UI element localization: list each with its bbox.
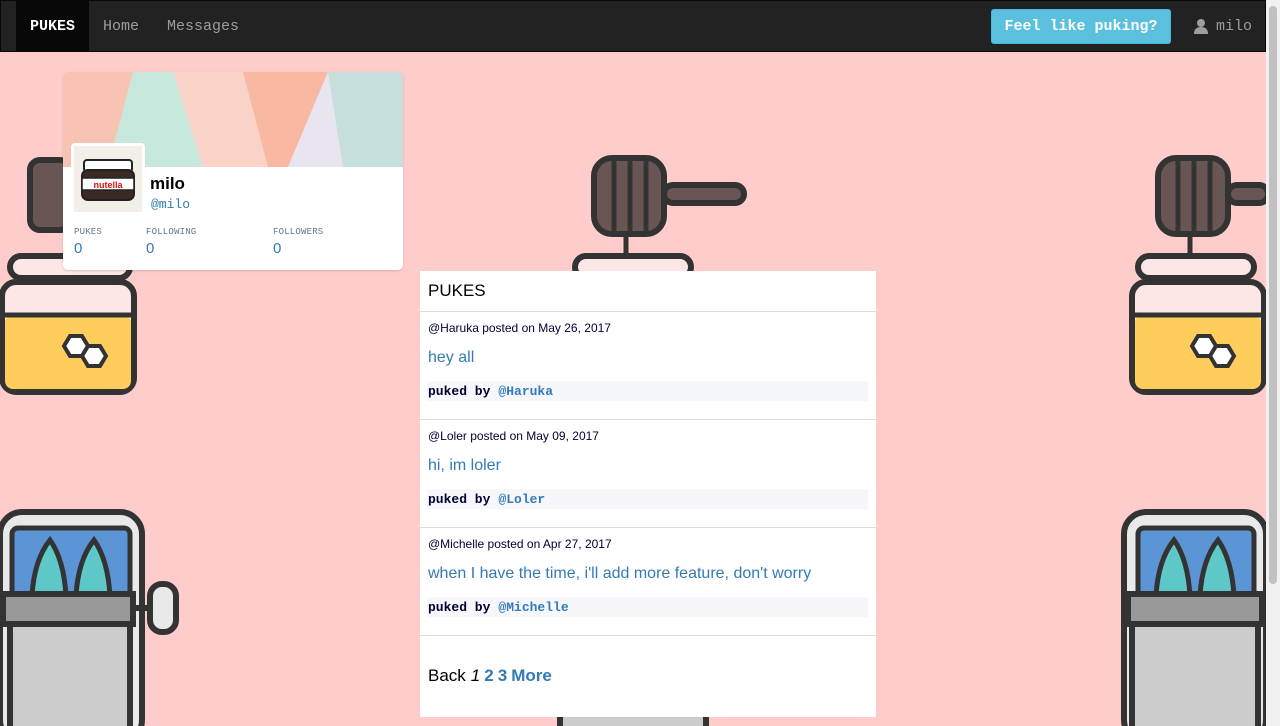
post-item: @Michelle posted on Apr 27, 2017 when I … — [420, 528, 876, 636]
pagination-back[interactable]: Back — [428, 666, 466, 686]
feel-like-puking-button[interactable]: Feel like puking? — [991, 9, 1171, 44]
post-item: @Loler posted on May 09, 2017 hi, im lol… — [420, 420, 876, 528]
top-navbar: PUKES Home Messages Feel like puking? mi… — [0, 0, 1266, 52]
puked-by-label: puked by — [428, 383, 491, 399]
stat-pukes[interactable]: PUKES 0 — [74, 227, 102, 257]
stat-value[interactable]: 0 — [74, 240, 102, 257]
nav-messages-link[interactable]: Messages — [167, 1, 239, 51]
pukes-feed: PUKES @Haruka posted on May 26, 2017 hey… — [420, 271, 876, 717]
post-meta: @Loler posted on May 09, 2017 — [428, 429, 599, 443]
user-menu[interactable]: milo — [1193, 1, 1252, 51]
pagination: Back 1 2 3 More — [428, 666, 552, 686]
post-text[interactable]: when I have the time, i'll add more feat… — [428, 565, 811, 583]
puked-by-bar: puked by @Loler — [427, 489, 868, 509]
scrollbar-thumb[interactable] — [1269, 6, 1277, 584]
puked-by-user-link[interactable]: @Michelle — [498, 600, 568, 615]
brand-link[interactable]: PUKES — [16, 1, 89, 51]
stat-label: FOLLOWING — [146, 227, 197, 237]
post-meta: @Michelle posted on Apr 27, 2017 — [428, 537, 612, 551]
svg-text:nutella: nutella — [93, 180, 123, 190]
page-scrollbar[interactable] — [1266, 0, 1280, 726]
profile-name: milo — [150, 174, 185, 193]
feed-title: PUKES — [420, 271, 876, 312]
stat-label: FOLLOWERS — [273, 227, 324, 237]
stat-following[interactable]: FOLLOWING 0 — [146, 227, 196, 257]
user-icon — [1194, 19, 1208, 34]
puked-by-label: puked by — [428, 599, 491, 615]
pagination-page-2[interactable]: 2 — [484, 666, 493, 686]
avatar[interactable]: nutella — [71, 143, 145, 215]
stat-followers[interactable]: FOLLOWERS 0 — [273, 227, 323, 257]
stat-value[interactable]: 0 — [273, 240, 323, 257]
post-meta: @Haruka posted on May 26, 2017 — [428, 321, 611, 335]
puked-by-user-link[interactable]: @Loler — [498, 492, 545, 507]
puked-by-user-link[interactable]: @Haruka — [498, 384, 553, 399]
honey-jar-decoration-right — [1129, 155, 1266, 395]
puked-by-label: puked by — [428, 491, 491, 507]
nav-home-link[interactable]: Home — [103, 1, 139, 51]
post-item: @Haruka posted on May 26, 2017 hey all p… — [420, 312, 876, 420]
user-name-label: milo — [1216, 17, 1253, 35]
pagination-more[interactable]: More — [511, 666, 552, 686]
stat-value[interactable]: 0 — [146, 240, 196, 257]
puked-by-bar: puked by @Michelle — [427, 597, 868, 617]
profile-handle[interactable]: @milo — [151, 197, 190, 212]
sardine-can-decoration-right — [1121, 509, 1266, 726]
nutella-jar-icon: nutella — [74, 146, 142, 212]
pagination-page-3[interactable]: 3 — [498, 666, 507, 686]
profile-card: nutella milo @milo PUKES 0 FOLLOWING 0 F… — [63, 72, 403, 270]
pagination-current: 1 — [470, 666, 481, 685]
post-text[interactable]: hi, im loler — [428, 457, 501, 475]
post-text[interactable]: hey all — [428, 349, 474, 367]
sardine-can-decoration — [0, 509, 179, 726]
puked-by-bar: puked by @Haruka — [427, 381, 868, 401]
stat-label: PUKES — [74, 227, 103, 237]
